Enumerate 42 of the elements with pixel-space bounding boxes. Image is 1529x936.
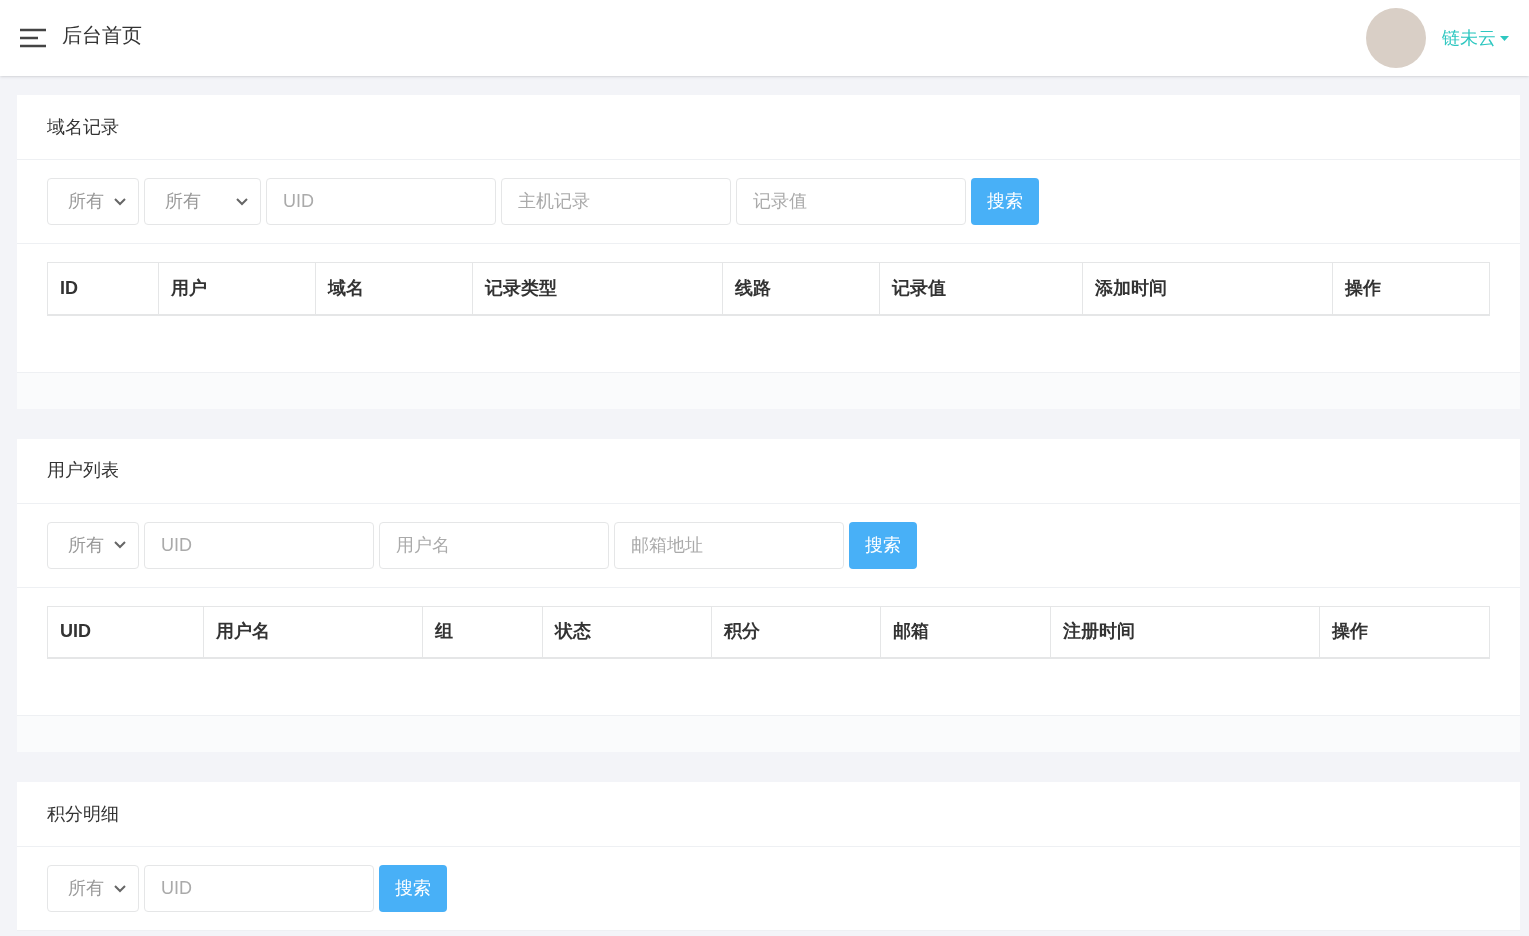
input-field[interactable]: 主机记录 — [501, 178, 731, 225]
chevron-icon — [114, 541, 126, 549]
chevron-icon — [114, 884, 126, 893]
column-header: 操作 — [1319, 606, 1490, 658]
column-header: 线路 — [722, 262, 880, 315]
input-field[interactable]: UID — [266, 178, 496, 225]
column-header: 域名 — [315, 262, 473, 315]
page-title: 后台首页 — [62, 23, 142, 48]
select-field[interactable]: 所有 — [144, 178, 261, 225]
column-header: 记录值 — [879, 262, 1083, 315]
search-button[interactable]: 搜索 — [849, 521, 917, 569]
column-header: 积分 — [711, 606, 881, 658]
avatar — [1366, 8, 1426, 68]
input-field[interactable]: UID — [144, 865, 374, 912]
column-header: 组 — [422, 606, 543, 658]
search-button[interactable]: 搜索 — [971, 178, 1039, 225]
input-field[interactable]: 邮箱地址 — [614, 521, 844, 569]
chevron-icon — [236, 197, 248, 206]
search-button[interactable]: 搜索 — [379, 865, 447, 912]
column-header: 操作 — [1332, 262, 1490, 315]
input-field[interactable]: UID — [144, 521, 374, 569]
column-header: 用户 — [158, 262, 316, 315]
panel-title: 用户列表 — [47, 459, 119, 482]
column-header: 用户名 — [203, 606, 423, 658]
select-field[interactable]: 所有 — [47, 521, 139, 569]
panel-title: 域名记录 — [47, 115, 119, 139]
menu-icon[interactable] — [20, 28, 46, 48]
column-header: 添加时间 — [1082, 262, 1333, 315]
column-header: 邮箱 — [880, 606, 1051, 658]
user-menu[interactable]: 链未云 — [1442, 24, 1509, 52]
column-header: UID — [47, 606, 204, 658]
column-header: ID — [47, 262, 159, 315]
select-field[interactable]: 所有 — [47, 865, 139, 912]
caret-icon — [1500, 35, 1509, 41]
chevron-icon — [114, 197, 126, 206]
select-field[interactable]: 所有 — [47, 178, 139, 225]
column-header: 注册时间 — [1050, 606, 1320, 658]
input-field[interactable]: 用户名 — [379, 521, 609, 569]
panel-title: 积分明细 — [47, 802, 119, 826]
column-header: 状态 — [542, 606, 712, 658]
column-header: 记录类型 — [472, 262, 723, 315]
input-field[interactable]: 记录值 — [736, 178, 966, 225]
